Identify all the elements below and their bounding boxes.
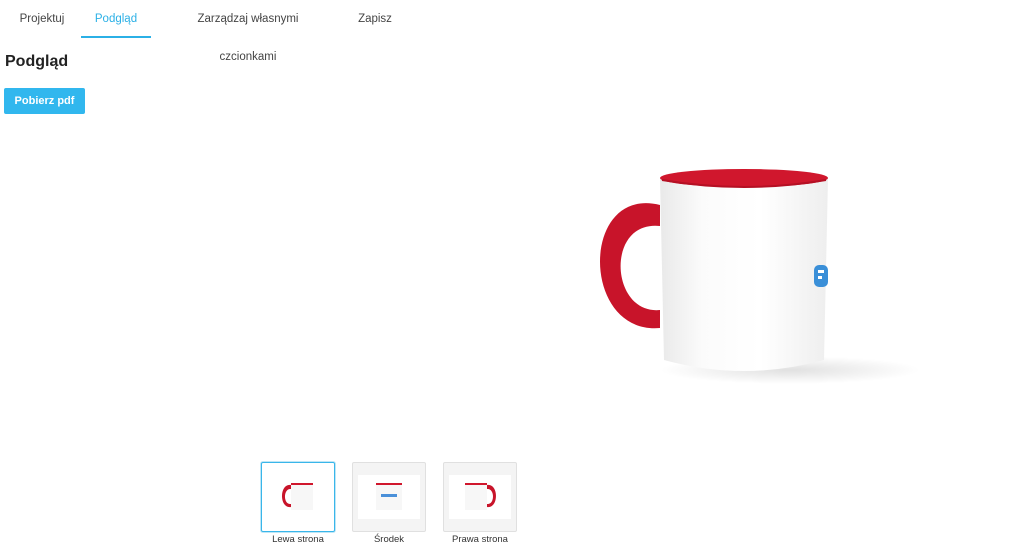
tab-podglad[interactable]: Podgląd [81,0,151,38]
mug-preview [560,150,940,400]
thumbnail-center-image [358,475,420,519]
page-title: Podgląd [5,53,69,70]
thumbnail-right-image [449,475,511,519]
mug-handle [600,203,660,329]
tab-zapisz[interactable]: Zapisz [355,0,395,38]
thumbnail-left-image [267,475,329,519]
mug-print-logo [814,265,828,287]
thumbnail-label-left: Lewa strona [272,534,324,545]
thumbnail-left-side[interactable] [261,462,335,532]
thumbnail-center[interactable] [352,462,426,532]
tab-manage-fonts[interactable]: Zarządzaj własnymi czcionkami [168,0,328,63]
tab-projektuj[interactable]: Projektuj [19,0,65,38]
tab-bar: Projektuj Podgląd Zarządzaj własnymi czc… [0,0,1024,63]
thumbnail-label-center: Środek [373,534,405,545]
thumbnail-label-right: Prawa strona [452,534,508,545]
mug-body [660,178,828,371]
download-pdf-button[interactable]: Pobierz pdf [4,88,85,114]
thumbnail-right-side[interactable] [443,462,517,532]
